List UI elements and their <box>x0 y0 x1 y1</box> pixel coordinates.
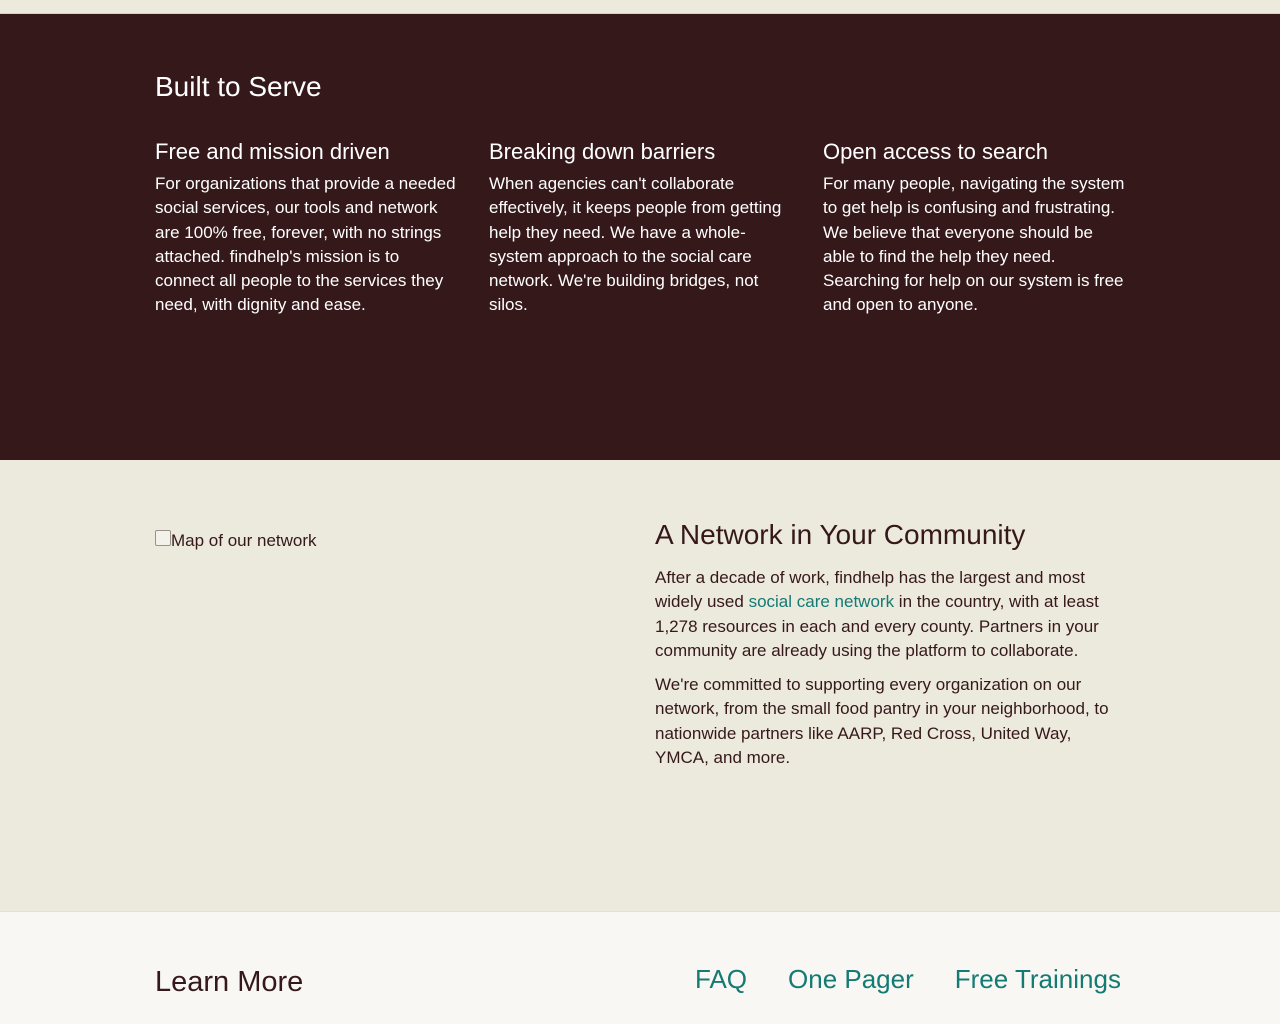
network-section: Map of our network A Network in Your Com… <box>0 460 1280 911</box>
free-trainings-link[interactable]: Free Trainings <box>955 962 1121 996</box>
map-alt-text: Map of our network <box>171 531 317 550</box>
feature-body: For many people, navigating the system t… <box>823 174 1125 315</box>
learn-more-section: Learn More FAQ One Pager Free Trainings <box>0 911 1280 1024</box>
network-copy: A Network in Your Community After a deca… <box>655 518 1115 911</box>
section-title: Built to Serve <box>155 71 322 102</box>
network-title: A Network in Your Community <box>655 519 1026 550</box>
broken-image-icon <box>155 530 171 546</box>
built-to-serve-section: Built to Serve Free and mission driven F… <box>0 14 1280 460</box>
network-paragraph-2: We're committed to supporting every orga… <box>655 675 1109 768</box>
feature-heading: Breaking down barriers <box>489 139 716 164</box>
feature-column-free: Free and mission driven For organization… <box>155 138 458 318</box>
feature-body: When agencies can't collaborate effectiv… <box>489 174 782 315</box>
feature-column-barriers: Breaking down barriers When agencies can… <box>489 138 792 318</box>
network-paragraph-1: After a decade of work, findhelp has the… <box>655 566 1115 663</box>
faq-link[interactable]: FAQ <box>695 962 747 996</box>
learn-more-links: FAQ One Pager Free Trainings <box>695 962 1162 996</box>
feature-column-open-access: Open access to search For many people, n… <box>823 138 1126 318</box>
social-care-network-link[interactable]: social care network <box>749 592 895 611</box>
feature-heading: Free and mission driven <box>155 139 390 164</box>
feature-body: For organizations that provide a needed … <box>155 174 456 315</box>
top-strip <box>0 0 1280 14</box>
one-pager-link[interactable]: One Pager <box>788 962 914 996</box>
learn-more-title: Learn More <box>155 966 304 998</box>
feature-heading: Open access to search <box>823 139 1049 164</box>
feature-columns: Free and mission driven For organization… <box>155 138 1280 318</box>
network-map-image: Map of our network <box>155 518 655 911</box>
